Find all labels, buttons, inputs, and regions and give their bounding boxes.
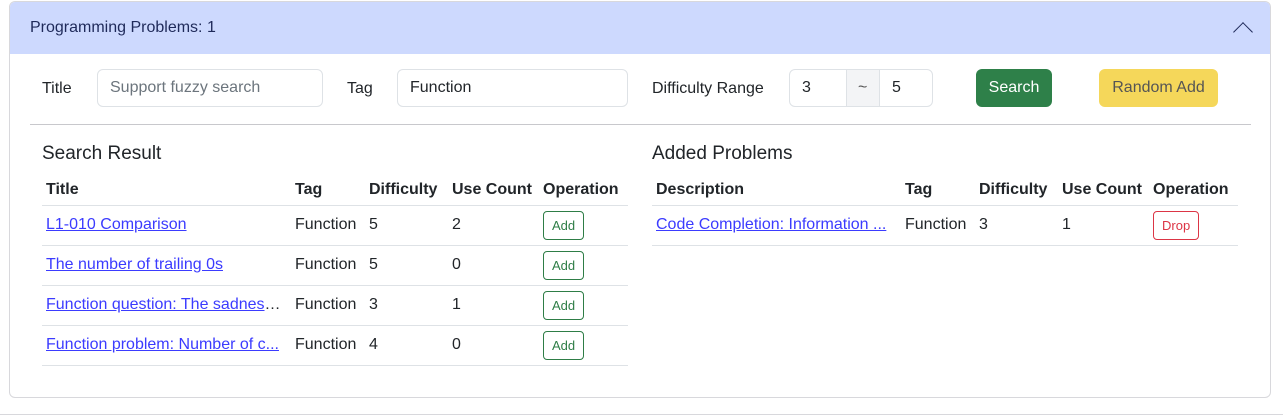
tag-cell: Function [291,205,365,246]
search-result-table: Title Tag Difficulty Use Count Operation… [42,175,628,366]
add-button[interactable]: Add [543,250,585,280]
tag-input[interactable]: Function [397,69,628,107]
random-add-button[interactable]: Random Add [1099,69,1218,107]
use-count-cell: 1 [448,285,539,326]
col-tag: Tag [901,175,975,206]
difficulty-cell: 3 [365,285,448,326]
divider [30,124,1251,125]
problem-link[interactable]: The number of trailing 0s [46,256,223,273]
difficulty-max-input[interactable]: 5 [880,70,932,106]
range-separator: ~ [846,70,880,106]
add-button[interactable]: Add [543,290,585,320]
title-label: Title [42,80,72,97]
add-button[interactable]: Add [543,330,585,360]
tag-cell: Function [291,325,365,366]
col-difficulty: Difficulty [975,175,1058,206]
col-use-count: Use Count [448,175,539,206]
drop-button[interactable]: Drop [1153,210,1200,240]
tag-cell: Function [901,205,975,246]
difficulty-range-label: Difficulty Range [652,80,764,97]
search-button[interactable]: Search [976,69,1052,107]
search-result-heading: Search Result [42,143,162,164]
col-title: Title [42,175,291,206]
table-row: Code Completion: Information ... Function… [652,205,1238,246]
col-operation: Operation [539,175,628,206]
difficulty-min-input[interactable]: 3 [790,70,846,106]
title-search-input[interactable]: Support fuzzy search [97,69,323,107]
problem-link[interactable]: Code Completion: Information ... [656,216,886,233]
problem-link[interactable]: Function problem: Number of c... [46,336,279,353]
col-description: Description [652,175,901,206]
tag-cell: Function [291,285,365,326]
problem-link[interactable]: L1-010 Comparison [46,216,187,233]
added-problems-table: Description Tag Difficulty Use Count Ope… [652,175,1238,246]
difficulty-cell: 5 [365,205,448,246]
col-operation: Operation [1149,175,1238,206]
use-count-cell: 2 [448,205,539,246]
table-row: The number of trailing 0s Function 5 0 Add [42,245,628,286]
difficulty-range: 3 ~ 5 [789,69,933,107]
table-row: Function question: The sadness of ... Fun… [42,285,628,326]
card-header[interactable]: Programming Problems: 1 [10,2,1270,54]
difficulty-cell: 4 [365,325,448,366]
add-button[interactable]: Add [543,210,585,240]
bottom-divider [0,414,1283,415]
added-problems-heading: Added Problems [652,143,793,164]
table-row: L1-010 Comparison Function 5 2 Add [42,205,628,246]
use-count-cell: 0 [448,245,539,286]
use-count-cell: 0 [448,325,539,366]
table-row: Function problem: Number of c... Function… [42,325,628,366]
use-count-cell: 1 [1058,205,1149,246]
chevron-up-icon[interactable] [1233,22,1253,42]
col-use-count: Use Count [1058,175,1149,206]
difficulty-cell: 3 [975,205,1058,246]
card-title: Programming Problems: 1 [30,19,216,36]
tag-cell: Function [291,245,365,286]
col-difficulty: Difficulty [365,175,448,206]
tag-value: Function [410,79,472,96]
difficulty-cell: 5 [365,245,448,286]
title-placeholder: Support fuzzy search [110,79,261,96]
tag-label: Tag [347,80,373,97]
col-tag: Tag [291,175,365,206]
problem-link[interactable]: Function question: The sadness of ... [46,296,291,313]
